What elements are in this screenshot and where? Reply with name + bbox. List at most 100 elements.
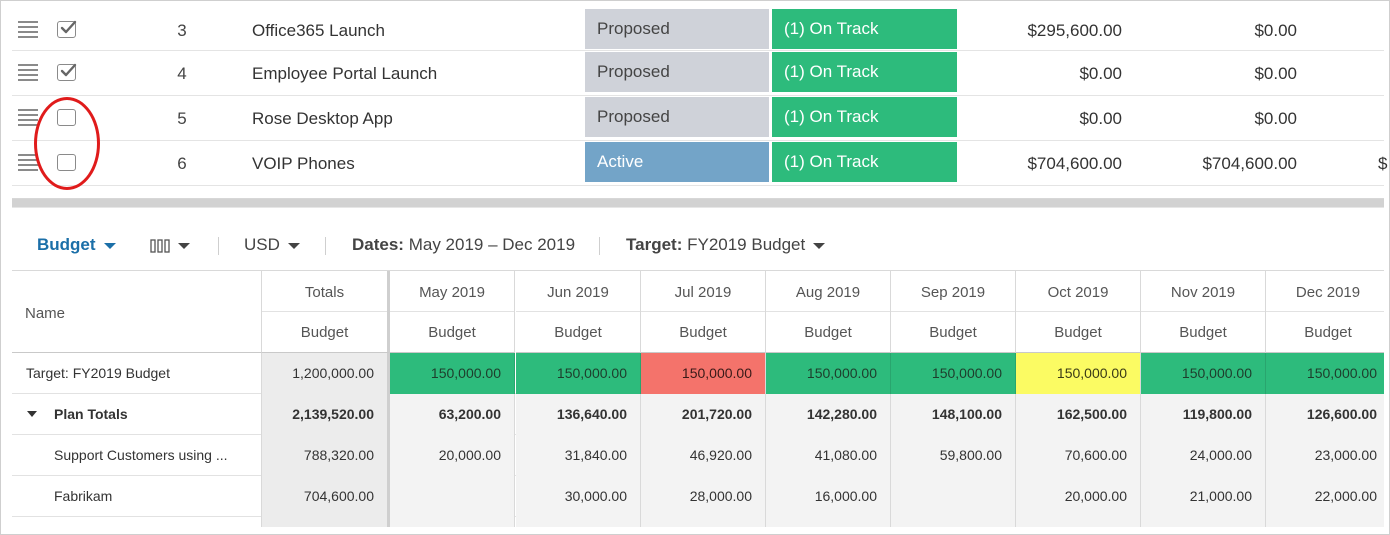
- month-value-cell[interactable]: 150,000.00: [766, 353, 891, 394]
- month-value-cell[interactable]: 150,000.00: [390, 353, 515, 394]
- month-value-cell[interactable]: 41,080.00: [766, 435, 891, 476]
- month-value-cell[interactable]: 28,000.00: [641, 476, 766, 517]
- project-state-badge[interactable]: Proposed: [585, 52, 769, 92]
- project-row[interactable]: 3 Office365 Launch Proposed (1) On Track $29…: [12, 8, 1384, 51]
- row-name[interactable]: Target: FY2019 Budget: [12, 353, 262, 394]
- project-health-badge[interactable]: (1) On Track: [772, 142, 957, 182]
- month-column-header[interactable]: Oct 2019 Budget: [1016, 271, 1141, 353]
- totals-column-header[interactable]: Totals Budget: [262, 271, 390, 353]
- checkmark-icon: [60, 20, 77, 34]
- project-cost: $0.00: [1079, 109, 1122, 128]
- month-value-cell[interactable]: 150,000.00: [516, 353, 641, 394]
- month-value-cell[interactable]: 148,100.00: [891, 394, 1016, 435]
- row-total-cell[interactable]: 788,320.00: [262, 435, 390, 476]
- project-name[interactable]: VOIP Phones: [252, 154, 355, 174]
- month-value-cell[interactable]: 142,280.00: [766, 394, 891, 435]
- month-value-cell[interactable]: 150,000.00: [1266, 353, 1384, 394]
- month-column-header[interactable]: Sep 2019 Budget: [891, 271, 1016, 353]
- project-row[interactable]: 6 VOIP Phones Active (1) On Track $704,600.0…: [12, 141, 1387, 186]
- row-total-cell[interactable]: 704,600.00: [262, 476, 390, 517]
- currency-dropdown[interactable]: USD: [244, 235, 300, 255]
- project-cost: $0.00: [1079, 64, 1122, 83]
- collapse-triangle-icon[interactable]: [27, 411, 37, 417]
- view-dropdown[interactable]: Budget: [37, 235, 116, 255]
- partial-row: [12, 517, 1384, 527]
- month-value-cell[interactable]: 20,000.00: [1016, 476, 1141, 517]
- month-value-cell[interactable]: 119,800.00: [1141, 394, 1266, 435]
- column-subheader-label: Budget: [1054, 324, 1102, 341]
- row-name[interactable]: Support Customers using ...: [12, 435, 262, 476]
- horizontal-scrollbar[interactable]: [12, 198, 1384, 208]
- column-header-label: Jun 2019: [516, 271, 640, 312]
- toolbar-divider: [599, 237, 600, 255]
- dates-value: May 2019 – Dec 2019: [408, 235, 576, 254]
- month-value-cell[interactable]: 46,920.00: [641, 435, 766, 476]
- target-dropdown[interactable]: Target: FY2019 Budget: [626, 235, 826, 255]
- row-total-cell[interactable]: 2,139,520.00: [262, 394, 390, 435]
- row-name-label: Support Customers using ...: [54, 447, 228, 463]
- month-value-cell[interactable]: [891, 476, 1016, 517]
- month-value-cell: [1016, 517, 1141, 527]
- target-row[interactable]: Target: FY2019 Budget 1,200,000.00 150,000…: [12, 353, 1384, 394]
- project-row[interactable]: 4 Employee Portal Launch Proposed (1) On Tr…: [12, 51, 1384, 96]
- currency-label: USD: [244, 235, 280, 254]
- month-column-header[interactable]: May 2019 Budget: [390, 271, 515, 353]
- month-value-cell[interactable]: 21,000.00: [1141, 476, 1266, 517]
- drag-handle-icon[interactable]: [18, 109, 38, 126]
- project-row[interactable]: 5 Rose Desktop App Proposed (1) On Track $0.…: [12, 96, 1384, 141]
- month-value-cell[interactable]: 136,640.00: [516, 394, 641, 435]
- budget-row[interactable]: Fabrikam 704,600.00 30,000.00 28,000.00 16,0…: [12, 476, 1384, 517]
- drag-handle-icon[interactable]: [18, 64, 38, 81]
- month-value-cell[interactable]: 150,000.00: [641, 353, 766, 394]
- dates-selector[interactable]: Dates: May 2019 – Dec 2019: [352, 235, 575, 255]
- month-value-cell[interactable]: [390, 476, 515, 517]
- month-value-cell[interactable]: 126,600.00: [1266, 394, 1384, 435]
- project-health-badge[interactable]: (1) On Track: [772, 97, 957, 137]
- column-chooser-button[interactable]: [150, 235, 190, 255]
- month-value-cell[interactable]: 162,500.00: [1016, 394, 1141, 435]
- month-value-cell: [1266, 517, 1384, 527]
- budget-row[interactable]: Support Customers using ... 788,320.00 20,…: [12, 435, 1384, 476]
- month-value-cell[interactable]: 59,800.00: [891, 435, 1016, 476]
- month-value-cell[interactable]: 150,000.00: [1016, 353, 1141, 394]
- month-value-cell[interactable]: 63,200.00: [390, 394, 515, 435]
- row-total-cell[interactable]: 1,200,000.00: [262, 353, 390, 394]
- month-value-cell[interactable]: 16,000.00: [766, 476, 891, 517]
- row-select-checkbox[interactable]: [57, 63, 77, 81]
- project-health-badge[interactable]: (1) On Track: [772, 52, 957, 92]
- column-header-label: Sep 2019: [891, 271, 1015, 312]
- month-value-cell: [1141, 517, 1266, 527]
- month-value-cell[interactable]: 20,000.00: [390, 435, 515, 476]
- column-header-label: Nov 2019: [1141, 271, 1265, 312]
- row-name[interactable]: Fabrikam: [12, 476, 262, 517]
- drag-handle-icon[interactable]: [18, 21, 38, 38]
- month-value-cell[interactable]: 201,720.00: [641, 394, 766, 435]
- month-value-cell[interactable]: 70,600.00: [1016, 435, 1141, 476]
- column-subheader-label: Budget: [679, 324, 727, 341]
- month-column-header[interactable]: Dec 2019 Budget: [1266, 271, 1384, 353]
- month-value-cell[interactable]: 24,000.00: [1141, 435, 1266, 476]
- name-column-header[interactable]: Name: [12, 271, 262, 353]
- month-value-cell[interactable]: 23,000.00: [1266, 435, 1384, 476]
- month-value-cell[interactable]: 31,840.00: [516, 435, 641, 476]
- project-health-badge[interactable]: (1) On Track: [772, 9, 957, 49]
- month-column-header[interactable]: Jul 2019 Budget: [641, 271, 766, 353]
- project-name[interactable]: Employee Portal Launch: [252, 64, 437, 84]
- month-value-cell[interactable]: 22,000.00: [1266, 476, 1384, 517]
- month-value-cell[interactable]: 150,000.00: [1141, 353, 1266, 394]
- month-value-cell[interactable]: 30,000.00: [516, 476, 641, 517]
- month-column-header[interactable]: Nov 2019 Budget: [1141, 271, 1266, 353]
- row-name[interactable]: Plan Totals: [12, 394, 262, 435]
- project-id: 4: [177, 64, 187, 83]
- row-select-checkbox[interactable]: [57, 20, 77, 38]
- plan-totals-row[interactable]: Plan Totals 2,139,520.00 63,200.00 136,640.…: [12, 394, 1384, 435]
- project-state-badge[interactable]: Proposed: [585, 9, 769, 49]
- project-name[interactable]: Rose Desktop App: [252, 109, 393, 129]
- month-column-header[interactable]: Jun 2019 Budget: [516, 271, 641, 353]
- project-state-badge[interactable]: Proposed: [585, 97, 769, 137]
- scrollbar-thumb[interactable]: [12, 199, 1384, 207]
- month-value-cell[interactable]: 150,000.00: [891, 353, 1016, 394]
- project-name[interactable]: Office365 Launch: [252, 21, 385, 41]
- month-column-header[interactable]: Aug 2019 Budget: [766, 271, 891, 353]
- project-state-badge[interactable]: Active: [585, 142, 769, 182]
